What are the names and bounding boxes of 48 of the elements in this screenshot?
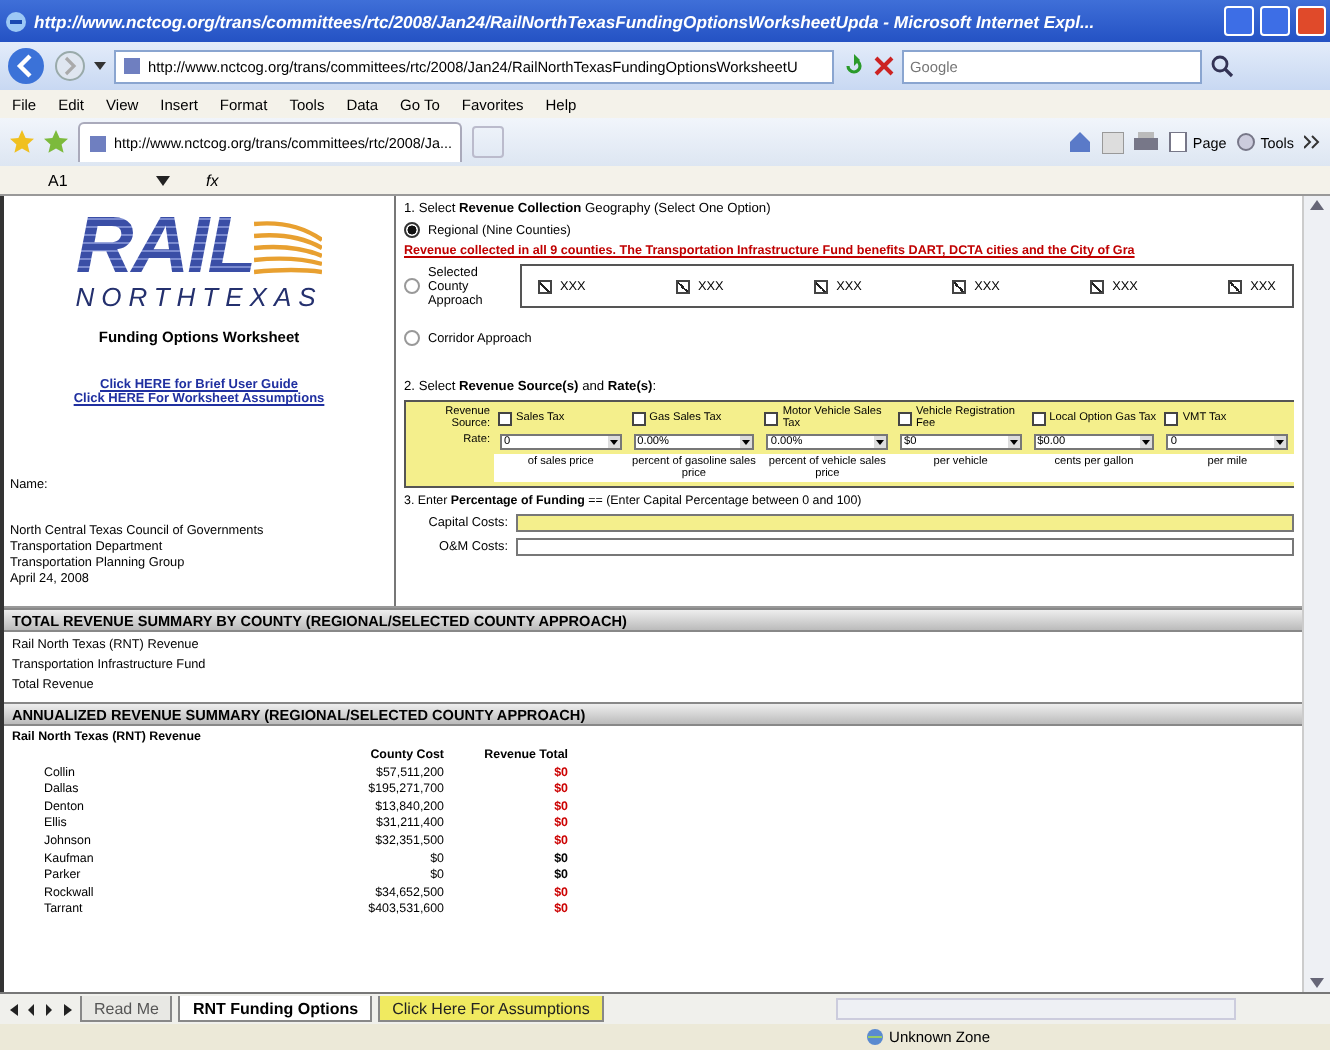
logo-text: NORTHTEXAS (75, 282, 323, 312)
back-icon[interactable] (6, 46, 46, 86)
window-title: http://www.nctcog.org/trans/committees/rtc/2008/Jan24/RailNorthTexasFundingOptionsWorksheetUpda - Microsoft Internet Expl... (34, 11, 1097, 31)
caret-icon[interactable] (1007, 436, 1020, 448)
star-icon[interactable] (10, 130, 34, 154)
caret-icon[interactable] (94, 60, 106, 72)
checkbox[interactable] (814, 279, 829, 293)
checkbox[interactable] (1090, 279, 1105, 293)
home-icon[interactable] (1068, 130, 1093, 154)
close-icon[interactable] (874, 56, 894, 76)
checkbox[interactable] (1164, 411, 1179, 425)
caret-icon[interactable] (156, 175, 170, 185)
radio-button[interactable] (404, 222, 420, 238)
input-field[interactable] (516, 514, 1294, 532)
checkbox[interactable] (897, 411, 912, 425)
caret-icon[interactable] (740, 436, 753, 448)
chevron-icon[interactable] (1304, 134, 1320, 150)
checkbox[interactable] (764, 411, 779, 425)
input-field[interactable] (516, 538, 1294, 556)
function-label[interactable]: fx (206, 171, 219, 189)
caret-icon[interactable] (1273, 436, 1286, 448)
print-icon[interactable] (1134, 131, 1159, 153)
search-icon[interactable] (1210, 54, 1234, 78)
page-icon (1168, 132, 1189, 152)
maximize-button[interactable] (1260, 6, 1290, 36)
radio-button[interactable] (404, 330, 420, 346)
checkbox[interactable] (498, 411, 512, 425)
checkbox[interactable] (631, 411, 646, 425)
caret-icon[interactable] (1140, 436, 1153, 448)
sheet-tab[interactable]: Read Me (80, 996, 173, 1022)
checkbox[interactable] (1031, 411, 1046, 425)
checkbox[interactable] (952, 279, 967, 293)
checkbox[interactable] (538, 279, 552, 293)
checkbox[interactable] (1228, 279, 1243, 293)
globe-icon (865, 1028, 884, 1046)
caret-icon[interactable] (873, 436, 886, 448)
close-button[interactable] (1296, 6, 1326, 36)
refresh-icon[interactable] (842, 54, 866, 78)
name-box[interactable]: A1 (8, 171, 144, 189)
sheet-tab[interactable]: Click Here For Assumptions (378, 996, 604, 1022)
sheet-tab[interactable]: RNT Funding Options (178, 996, 373, 1022)
caret-icon[interactable] (607, 436, 620, 448)
checkbox[interactable] (676, 279, 691, 293)
page-icon (88, 133, 108, 153)
minimize-button[interactable] (1224, 6, 1254, 36)
page-icon (122, 56, 142, 76)
swoosh-icon (254, 216, 323, 276)
radio-button[interactable] (404, 278, 420, 294)
